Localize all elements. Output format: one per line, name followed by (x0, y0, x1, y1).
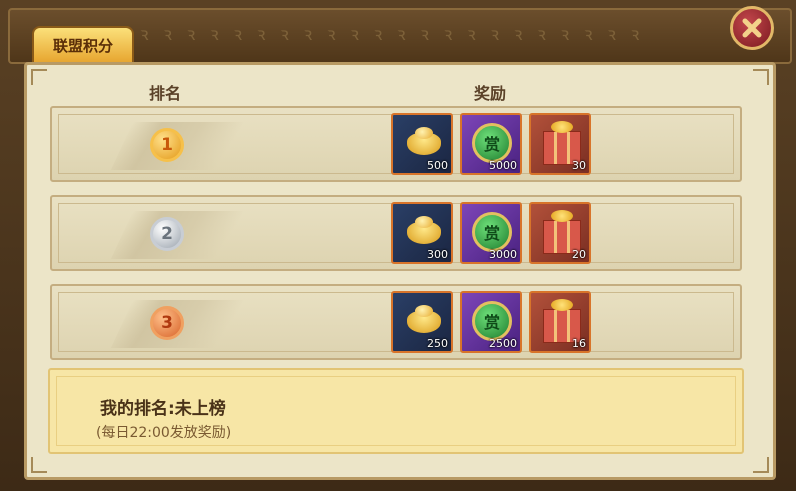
bronze-medal-icon: 3 (150, 306, 184, 340)
rank-column-header: 排名 (149, 84, 182, 103)
reward-column-header: 奖励 (474, 84, 507, 103)
reward-coin-icon: 赏 (472, 123, 512, 163)
rank-row: 3 250 赏 2500 16 (50, 284, 742, 360)
rank-number: 3 (161, 313, 173, 333)
my-rank-text: 我的排名:未上榜 (100, 399, 226, 419)
reward-item-gift-box[interactable]: 16 (529, 291, 591, 353)
corner-ornament (31, 69, 47, 85)
item-quantity: 500 (427, 159, 448, 172)
tab-alliance-points[interactable]: 联盟积分 (32, 26, 134, 64)
gold-medal-icon: 1 (150, 128, 184, 162)
item-quantity: 16 (572, 337, 586, 350)
close-button[interactable] (730, 6, 774, 50)
reward-item-gold-ingot[interactable]: 300 (391, 202, 453, 264)
reward-coin-icon: 赏 (472, 212, 512, 252)
item-quantity: 3000 (489, 248, 517, 261)
reward-coin-icon: 赏 (472, 301, 512, 341)
reward-item-coin[interactable]: 赏 2500 (460, 291, 522, 353)
my-rank-box: 我的排名:未上榜 (每日22:00发放奖励) (48, 368, 744, 454)
rank-number: 2 (161, 224, 173, 244)
item-quantity: 30 (572, 159, 586, 172)
reward-item-gift-box[interactable]: 20 (529, 202, 591, 264)
reward-time-note: (每日22:00发放奖励) (96, 425, 232, 441)
silver-medal-icon: 2 (150, 217, 184, 251)
close-x-icon (742, 18, 762, 38)
corner-ornament (753, 69, 769, 85)
reward-item-gift-box[interactable]: 30 (529, 113, 591, 175)
item-quantity: 300 (427, 248, 448, 261)
item-quantity: 250 (427, 337, 448, 350)
reward-item-gold-ingot[interactable]: 500 (391, 113, 453, 175)
item-quantity: 5000 (489, 159, 517, 172)
item-quantity: 20 (572, 248, 586, 261)
rank-number: 1 (161, 135, 173, 155)
reward-item-gold-ingot[interactable]: 250 (391, 291, 453, 353)
window-frame: ꝛ ꝛ ꝛ ꝛ ꝛ ꝛ ꝛ ꝛ ꝛ ꝛ ꝛ ꝛ ꝛ ꝛ ꝛ ꝛ ꝛ ꝛ ꝛ ꝛ … (0, 0, 796, 491)
item-quantity: 2500 (489, 337, 517, 350)
reward-item-coin[interactable]: 赏 5000 (460, 113, 522, 175)
decor-pattern: ꝛ ꝛ ꝛ ꝛ ꝛ ꝛ ꝛ ꝛ ꝛ ꝛ ꝛ ꝛ ꝛ ꝛ ꝛ ꝛ ꝛ ꝛ ꝛ ꝛ … (140, 24, 642, 45)
reward-item-coin[interactable]: 赏 3000 (460, 202, 522, 264)
rank-row: 2 300 赏 3000 20 (50, 195, 742, 271)
corner-ornament (753, 457, 769, 473)
corner-ornament (31, 457, 47, 473)
rank-row: 1 500 赏 5000 30 (50, 106, 742, 182)
